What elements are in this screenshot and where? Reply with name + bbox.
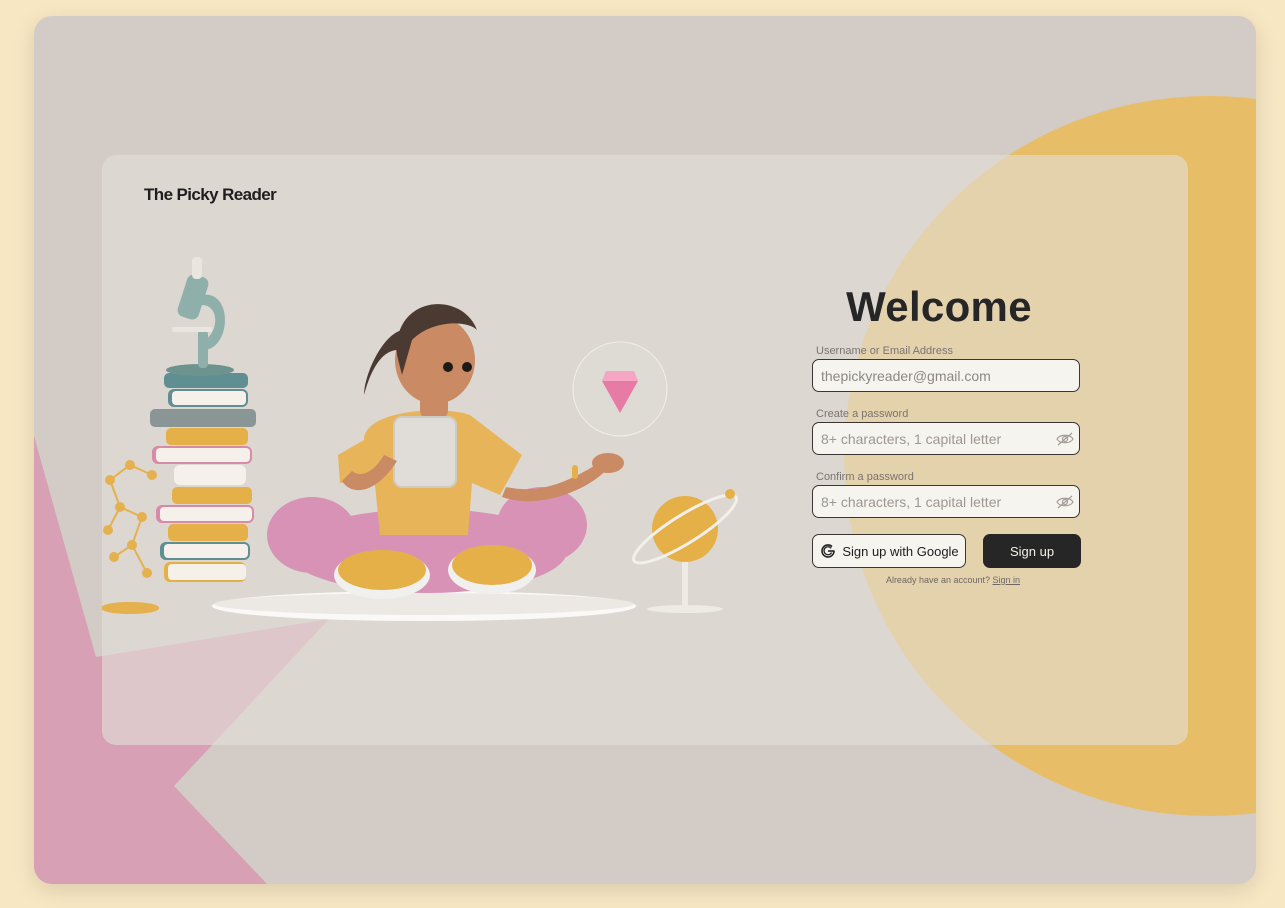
welcome-title: Welcome [846,283,1032,330]
username-label: Username or Email Address [816,345,953,357]
signin-prompt: Already have an account? Sign in [818,575,1088,585]
password-label: Create a password [816,408,909,420]
signup-card: The Picky Reader Welcome Username or Ema… [102,155,1188,745]
book-stack [150,373,256,582]
signup-button[interactable]: Sign up [983,534,1081,568]
already-text: Already have an account? [885,575,991,585]
google-icon [821,544,836,558]
platform-top [214,593,634,615]
reader-illustration [102,257,738,621]
password-input[interactable] [812,422,1080,455]
confirm-group: Confirm a password [812,471,1082,518]
girl-figure [267,304,624,599]
microscope [166,257,234,376]
button-row: Sign up with Google Sign up [812,534,1082,568]
password-group: Create a password [812,408,1082,455]
confirm-label: Confirm a password [816,471,914,483]
signin-link[interactable]: Sign in [993,575,1021,585]
username-input[interactable] [812,359,1080,392]
eye-off-icon[interactable] [1056,495,1074,509]
app-frame: The Picky Reader Welcome Username or Ema… [34,16,1256,884]
username-group: Username or Email Address [812,345,1082,392]
google-signup-button[interactable]: Sign up with Google [812,534,966,568]
signup-form: Welcome Username or Email Address Create… [812,283,1082,585]
molecule-model [102,460,159,614]
google-button-label: Sign up with Google [842,543,959,559]
planet-model [632,489,738,613]
confirm-password-input[interactable] [812,485,1080,518]
eye-off-icon[interactable] [1056,432,1074,446]
brand-logo: The Picky Reader [144,185,277,204]
